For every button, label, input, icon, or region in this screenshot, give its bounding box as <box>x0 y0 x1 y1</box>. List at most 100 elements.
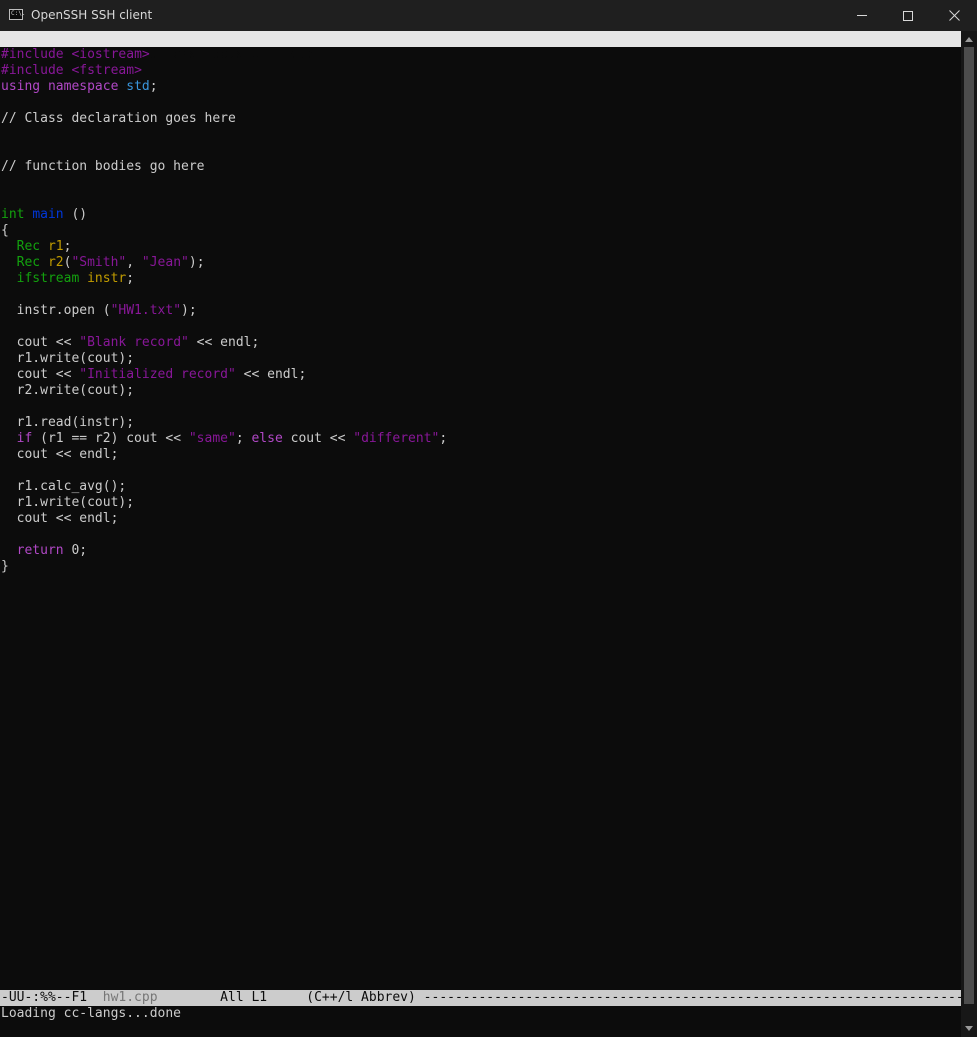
code-token: cout << <box>282 431 354 446</box>
emacs-menu-bar: File Edit Options Buffers Tools C++ Help <box>0 31 961 62</box>
code-token: (r1 == r2) cout << <box>32 431 189 446</box>
code-comment: // function bodies go here <box>1 159 205 174</box>
preprocessor-directive: #include <box>1 63 64 78</box>
string-literal: "same" <box>188 431 236 446</box>
modeline-position: All L1 <box>157 990 307 1005</box>
type-name: int <box>1 207 25 222</box>
code-line: r2.write(cout); <box>1 383 135 398</box>
code-line: cout << endl; <box>1 447 119 462</box>
code-token: instr.open ( <box>1 303 111 318</box>
type-name: Rec <box>16 255 41 270</box>
code-line: r1.write(cout); <box>1 495 135 510</box>
window-title: OpenSSH SSH client <box>31 8 153 22</box>
namespace-name: std <box>126 79 150 94</box>
code-token: ; <box>149 79 158 94</box>
code-line: cout << "Blank record" << endl; <box>1 335 447 351</box>
include-header: <iostream> <box>71 47 150 62</box>
scroll-up-arrow-icon[interactable] <box>965 37 973 42</box>
code-token: , <box>126 255 142 270</box>
modeline-status: -UU-:%%--F1 <box>1 990 103 1005</box>
maximize-icon <box>903 10 913 21</box>
minimize-button[interactable] <box>839 0 885 31</box>
string-literal: "different" <box>353 431 440 446</box>
code-line: int main () <box>1 207 447 223</box>
string-literal: "Blank record" <box>79 335 189 350</box>
keyword: using <box>1 79 41 94</box>
code-line: r1.write(cout); <box>1 351 135 366</box>
string-literal: "Jean" <box>141 255 189 270</box>
string-literal: "Smith" <box>71 255 127 270</box>
keyword: else <box>251 431 283 446</box>
close-icon <box>948 10 960 21</box>
include-header: <fstream> <box>71 63 142 78</box>
code-line: using namespace std; <box>1 79 447 95</box>
keyword: if <box>16 431 33 446</box>
code-line: Rec r1; <box>1 239 447 255</box>
code-line: } <box>1 559 9 574</box>
code-token: ); <box>181 303 197 318</box>
type-name: Rec <box>16 239 41 254</box>
code-line: instr.open ("HW1.txt"); <box>1 303 447 319</box>
code-token: () <box>63 207 88 222</box>
preprocessor-directive: #include <box>1 47 64 62</box>
code-line: if (r1 == r2) cout << "same"; else cout … <box>1 431 448 447</box>
code-token: << endl; <box>235 367 307 382</box>
code-token: cout << <box>1 367 80 382</box>
variable-name: instr <box>87 271 127 286</box>
console-icon[interactable]: C:\. <box>9 9 25 20</box>
code-token: ; <box>126 271 135 286</box>
close-button[interactable] <box>931 0 977 31</box>
modeline-buffer-name[interactable]: hw1.cpp <box>103 990 158 1005</box>
modeline-modes[interactable]: (C++/l Abbrev) <box>306 990 416 1005</box>
code-line: #include <iostream> <box>1 47 447 63</box>
code-line: cout << "Initialized record" << endl; <box>1 367 447 383</box>
type-name: ifstream <box>16 271 80 286</box>
code-line: r1.calc_avg(); <box>1 479 127 494</box>
string-literal: "Initialized record" <box>79 367 236 382</box>
code-token: ; <box>63 239 72 254</box>
keyword: namespace <box>47 79 119 94</box>
code-buffer[interactable]: #include <iostream> #include <fstream> u… <box>1 47 447 575</box>
scroll-down-arrow-icon[interactable] <box>965 1026 973 1031</box>
echo-area: Loading cc-langs...done <box>1 1006 182 1021</box>
scrollbar-thumb[interactable] <box>964 47 974 1004</box>
code-token: << endl; <box>188 335 260 350</box>
vertical-scrollbar[interactable] <box>961 31 977 1037</box>
window-titlebar[interactable]: C:\. OpenSSH SSH client <box>0 0 977 31</box>
variable-name: r2 <box>47 255 64 270</box>
code-token: 0; <box>63 543 88 558</box>
variable-name: r1 <box>47 239 64 254</box>
code-line: return 0; <box>1 543 447 559</box>
modeline-fill: ----------------------------------------… <box>423 990 961 1005</box>
code-line: ifstream instr; <box>1 271 447 287</box>
code-comment: // Class declaration goes here <box>1 111 236 126</box>
terminal-area[interactable]: File Edit Options Buffers Tools C++ Help… <box>0 31 961 1037</box>
code-token: ; <box>439 431 448 446</box>
function-name: main <box>32 207 64 222</box>
code-token: cout << <box>1 335 80 350</box>
code-token: ); <box>188 255 205 270</box>
code-line: { <box>1 223 9 238</box>
string-literal: "HW1.txt" <box>110 303 182 318</box>
emacs-mode-line: -UU-:%%--F1 hw1.cpp All L1 (C++/l Abbrev… <box>0 990 961 1006</box>
code-line: r1.read(instr); <box>1 415 135 430</box>
maximize-button[interactable] <box>885 0 931 31</box>
